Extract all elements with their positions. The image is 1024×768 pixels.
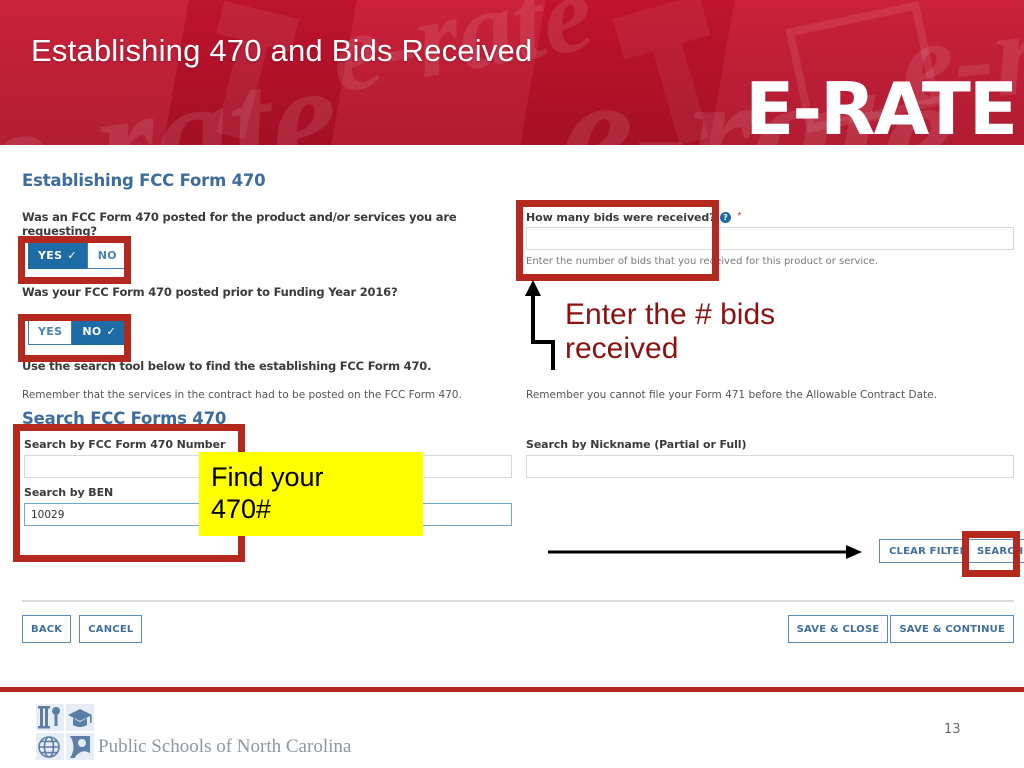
column-building-icon — [36, 704, 64, 731]
annotation-find-your-470: Find your 470# — [199, 452, 423, 536]
highlight-box-bids-field — [516, 200, 719, 281]
form-screenshot-area: Establishing FCC Form 470 Was an FCC For… — [0, 145, 1024, 685]
globe-icon — [36, 733, 64, 760]
slide-header-banner: e-rate e-rate e-rate e-rate Establishing… — [0, 0, 1024, 145]
annotation-enter-bids-line2: received — [565, 332, 679, 365]
footer-organization-name: Public Schools of North Carolina — [98, 736, 352, 757]
field-nickname-label: Search by Nickname (Partial or Full) — [526, 438, 747, 451]
cancel-button[interactable]: CANCEL — [79, 615, 143, 643]
left-button-group: BACK CANCEL — [22, 615, 143, 643]
question-470-posted-label: Was an FCC Form 470 posted for the produ… — [22, 210, 457, 238]
save-and-close-button[interactable]: SAVE & CLOSE — [787, 615, 889, 643]
watermark-plug-icon-2 — [584, 0, 767, 145]
arrow-to-search-button — [548, 545, 862, 559]
highlight-box-toggle-470-posted — [18, 236, 131, 284]
left-reminder-text: Remember that the services in the contra… — [22, 389, 462, 401]
watermark-plug-icon — [172, 0, 320, 145]
question-mark-icon[interactable]: ? — [719, 212, 731, 223]
annotation-enter-bids-line1: Enter the # bids — [565, 298, 776, 331]
save-and-continue-button[interactable]: SAVE & CONTINUE — [890, 615, 1014, 643]
annotation-enter-bids: Enter the # bids received — [565, 298, 775, 366]
footer: Public Schools of North Carolina — [0, 692, 1024, 768]
nc-public-schools-logo — [36, 704, 94, 760]
right-button-group: SAVE & CLOSE SAVE & CONTINUE — [787, 615, 1014, 643]
slide-title: Establishing 470 and Bids Received — [31, 33, 533, 68]
highlight-box-search-button — [962, 531, 1020, 577]
question-prior-fy2016-label: Was your FCC Form 470 posted prior to Fu… — [22, 285, 398, 299]
erate-wordmark: E-RATE — [745, 67, 1018, 145]
highlight-box-toggle-prior-fy2016 — [18, 314, 131, 362]
scholar-icon — [66, 733, 94, 760]
annotation-find-your-470-line2: 470# — [211, 494, 272, 524]
annotation-find-your-470-line1: Find your — [211, 462, 324, 492]
search-nickname-input[interactable] — [526, 455, 1014, 478]
right-reminder-text: Remember you cannot file your Form 471 b… — [526, 389, 937, 401]
form-divider — [22, 600, 1014, 602]
graduation-cap-icon — [66, 704, 94, 731]
page-number: 13 — [944, 722, 961, 737]
establishing-form-470-heading: Establishing FCC Form 470 — [22, 171, 266, 190]
back-button[interactable]: BACK — [22, 615, 72, 643]
required-asterisk: * — [737, 211, 742, 222]
